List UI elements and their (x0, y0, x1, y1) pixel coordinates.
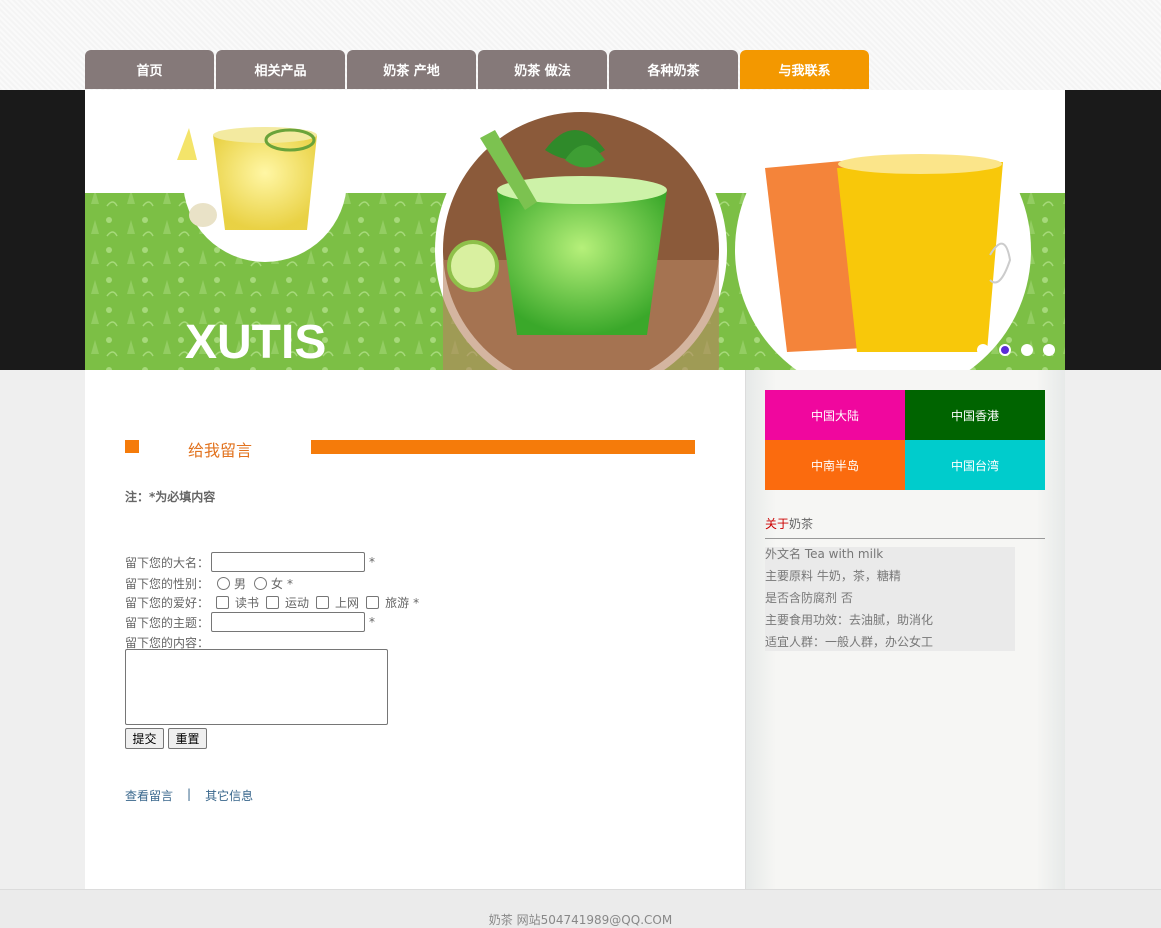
hobby-travel-checkbox[interactable] (366, 596, 380, 609)
nav-recipe[interactable]: 奶茶 做法 (478, 50, 607, 89)
message-links: 查看留言 | 其它信息 (125, 787, 253, 804)
region-taiwan[interactable]: 中国台湾 (905, 440, 1045, 490)
about-item: 主要食用功效：去油腻，助消化 (765, 613, 934, 627)
gender-label: 留下您的性别： (125, 577, 210, 591)
slider-dot-2[interactable] (999, 344, 1011, 356)
nav-origin[interactable]: 奶茶 产地 (347, 50, 476, 89)
about-item: 是否含防腐剂 否 (765, 591, 853, 605)
hobby-sports-label: 运动 (285, 596, 310, 610)
section-bar (311, 440, 695, 454)
about-title: 关于奶茶 (765, 515, 813, 532)
view-messages-link[interactable]: 查看留言 (125, 787, 173, 804)
main-nav: 首页 相关产品 奶茶 产地 奶茶 做法 各种奶茶 与我联系 (85, 50, 871, 89)
gender-male-label: 男 (234, 577, 247, 591)
required-note: 注：*为必填内容 (125, 490, 216, 504)
link-separator: | (187, 787, 192, 801)
subject-input[interactable] (211, 612, 366, 632)
about-title-highlight: 关于 (765, 517, 790, 531)
slider-dot-3[interactable] (1021, 344, 1033, 356)
submit-button[interactable]: 提交 (125, 728, 164, 749)
subject-label: 留下您的主题： (125, 615, 210, 630)
footer-text: 奶茶 网站504741989@QQ.COM (488, 913, 673, 927)
nav-home[interactable]: 首页 (85, 50, 214, 89)
gender-row: 留下您的性别： 男 女 * (125, 575, 293, 592)
about-divider (765, 538, 1045, 539)
section-title: 给我留言 (188, 441, 253, 460)
hobby-reading-checkbox[interactable] (216, 596, 230, 609)
banner-image: XUTIS (85, 90, 1065, 370)
hobby-label: 留下您的爱好： (125, 596, 210, 610)
subject-row: 留下您的主题： * (125, 612, 375, 632)
required-mark: * (369, 555, 376, 569)
nav-varieties[interactable]: 各种奶茶 (609, 50, 738, 89)
gender-female-radio[interactable] (254, 577, 268, 590)
name-row: 留下您的大名： * (125, 552, 375, 572)
hobby-internet-checkbox[interactable] (316, 596, 330, 609)
required-mark: * (413, 595, 420, 610)
other-info-link[interactable]: 其它信息 (205, 787, 253, 804)
region-indochina[interactable]: 中南半岛 (765, 440, 905, 490)
hobby-internet-label: 上网 (335, 596, 360, 610)
nav-contact[interactable]: 与我联系 (740, 50, 869, 89)
about-item: 适宜人群：一般人群，办公女工 (765, 635, 934, 649)
gender-female-label: 女 (271, 577, 284, 591)
hobby-sports-checkbox[interactable] (266, 596, 280, 609)
name-input[interactable] (211, 552, 366, 572)
nav-products[interactable]: 相关产品 (216, 50, 345, 89)
section-marker (125, 440, 139, 453)
required-mark: * (287, 576, 294, 591)
region-hongkong[interactable]: 中国香港 (905, 390, 1045, 440)
slider-dot-4[interactable] (1043, 344, 1055, 356)
about-item: 外文名 Tea with milk (765, 547, 884, 561)
slider-dot-1[interactable] (977, 344, 989, 356)
content-textarea[interactable] (125, 649, 388, 725)
name-label: 留下您的大名： (125, 555, 210, 570)
about-title-rest: 奶茶 (789, 517, 814, 531)
hobby-row: 留下您的爱好： 读书 运动 上网 旅游 * (125, 594, 419, 611)
hobby-reading-label: 读书 (235, 596, 260, 610)
about-item: 主要原料 牛奶，茶，糖精 (765, 569, 901, 583)
gender-male-radio[interactable] (217, 577, 231, 590)
required-mark: * (369, 615, 376, 629)
slider-dots (977, 344, 1055, 356)
hobby-travel-label: 旅游 (385, 596, 410, 610)
banner-logo-text: XUTIS (185, 316, 326, 369)
banner-slide: XUTIS (85, 90, 1065, 370)
region-mainland[interactable]: 中国大陆 (765, 390, 905, 440)
reset-button[interactable]: 重置 (168, 728, 207, 749)
